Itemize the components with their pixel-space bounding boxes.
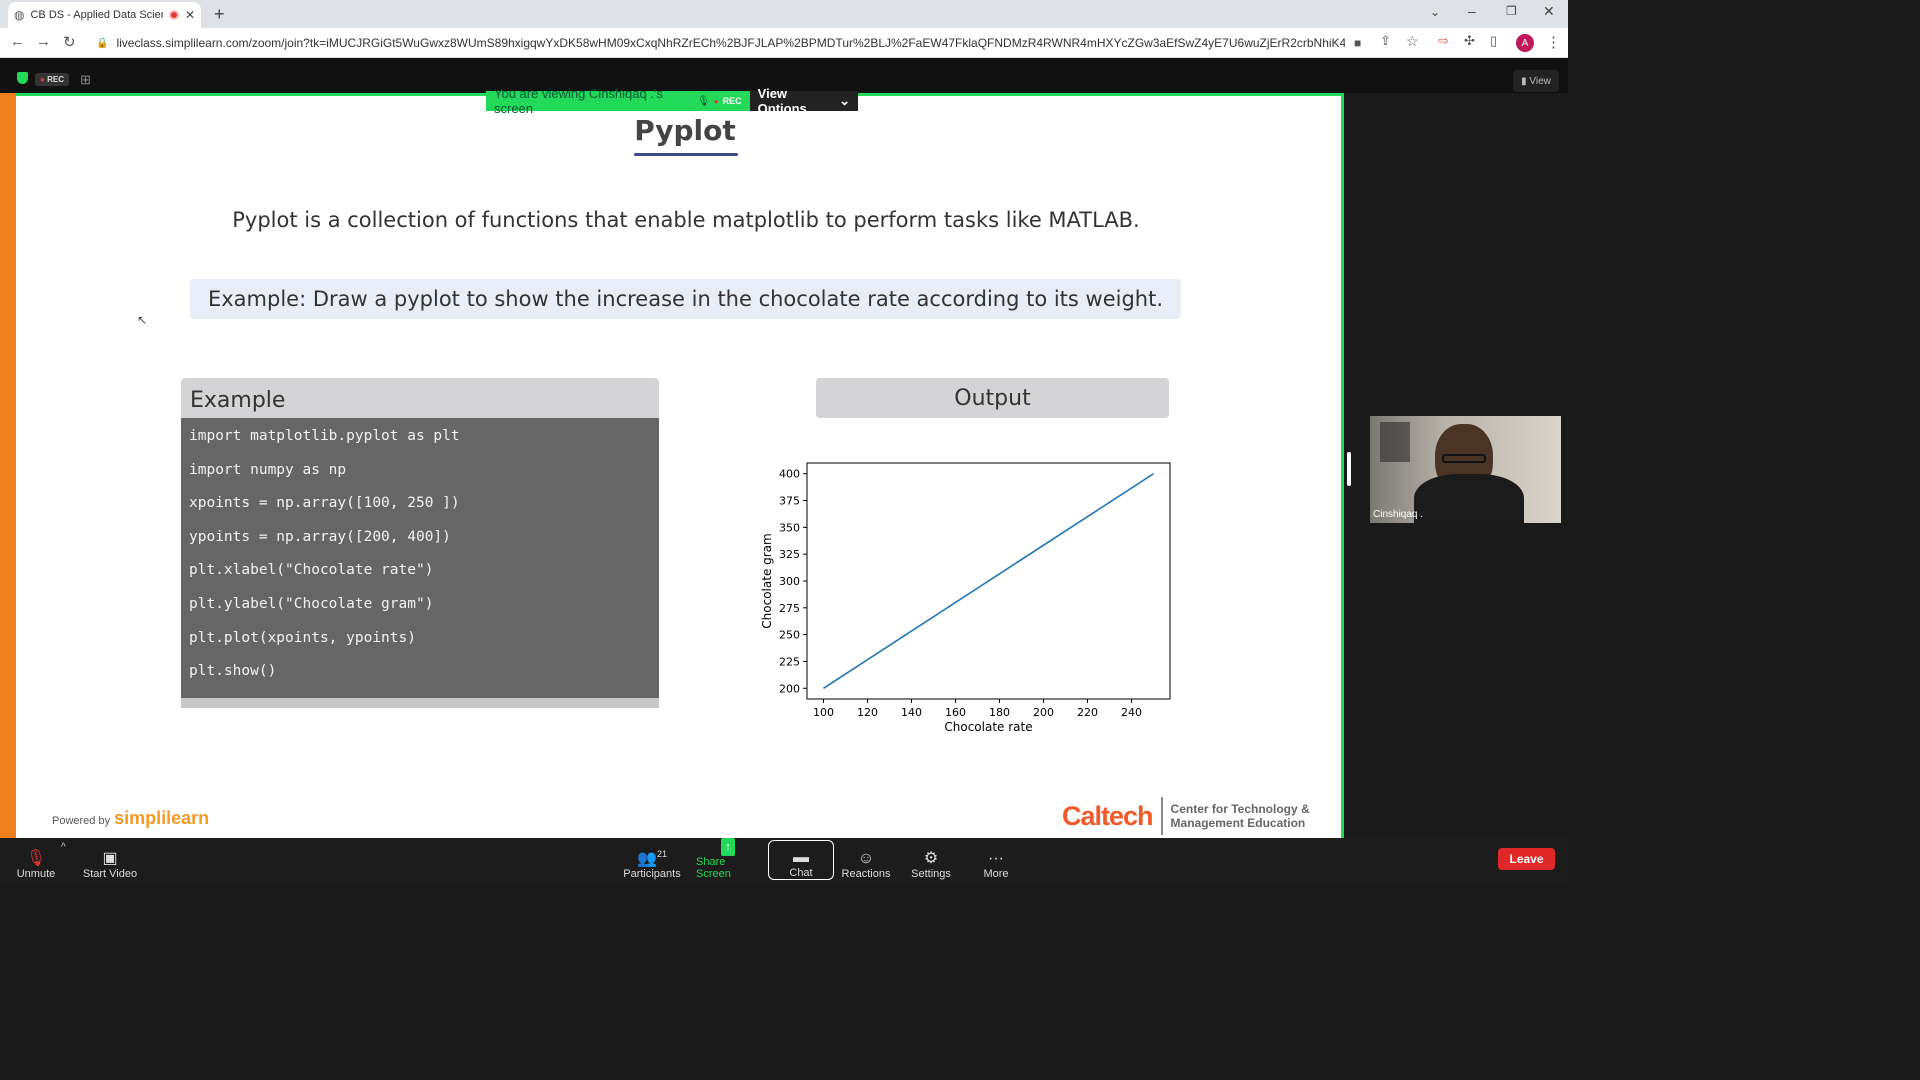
x-tick-label: 200 (1033, 706, 1054, 719)
share-screen-icon: ↑ (721, 838, 735, 856)
window-close-icon[interactable]: ✕ (1543, 3, 1555, 20)
chat-button[interactable]: ▬ Chat (768, 840, 834, 880)
x-axis-label: Chocolate rate (944, 720, 1032, 734)
code-line: plt.show() (189, 663, 277, 680)
settings-button[interactable]: ⚙ Settings (906, 840, 956, 880)
banner-rec: REC (722, 96, 742, 106)
y-tick-label: 350 (779, 521, 800, 534)
y-tick-label: 250 (779, 629, 800, 642)
url-text: liveclass.simplilearn.com/zoom/join?tk=i… (116, 36, 1345, 50)
code-block: import matplotlib.pyplot as plt import n… (181, 418, 659, 708)
profile-avatar[interactable]: A (1516, 34, 1534, 52)
banner-text: You are viewing Cinshiqaq .'s screen (494, 86, 663, 116)
reactions-button[interactable]: ☺ Reactions (838, 840, 894, 880)
video-off-icon: ▣ (102, 850, 118, 867)
more-button[interactable]: ··· More (972, 840, 1020, 880)
slide-title: Pyplot (634, 114, 736, 147)
camera-icon[interactable]: ■ (1354, 36, 1361, 50)
reload-icon[interactable]: ↻ (63, 33, 76, 51)
new-tab-icon[interactable]: + (214, 4, 225, 25)
code-line: import numpy as np (189, 461, 347, 478)
y-tick-label: 325 (779, 548, 800, 561)
caltech-logo: Caltech Center for Technology & Manageme… (1062, 797, 1310, 835)
tab-search-icon[interactable]: ⌄ (1430, 5, 1440, 19)
x-tick-label: 140 (901, 706, 922, 719)
powered-by: Powered by simplilearn (52, 808, 210, 828)
back-icon[interactable]: ← (10, 33, 25, 50)
share-screen-button[interactable]: ↑ Share Screen (696, 838, 760, 880)
y-tick-label: 225 (779, 655, 800, 668)
unmute-button[interactable]: 🎙 Unmute (14, 840, 58, 880)
puzzle-icon[interactable]: ✣ (1464, 33, 1475, 49)
browser-tab-bar (0, 0, 1568, 28)
code-line: plt.xlabel("Chocolate rate") (189, 562, 434, 579)
slide-lead: Pyplot is a collection of functions that… (232, 208, 1140, 232)
forward-icon[interactable]: → (36, 33, 51, 50)
participants-icon: 👥21 (637, 848, 667, 867)
audio-options-chevron-icon[interactable]: ^ (61, 842, 66, 853)
minimize-icon[interactable]: – (1468, 3, 1476, 19)
reactions-icon: ☺ (857, 850, 875, 867)
code-line: plt.plot(xpoints, ypoints) (189, 629, 416, 646)
x-tick-label: 180 (989, 706, 1010, 719)
menu-kebab-icon[interactable]: ⋮ (1546, 33, 1561, 51)
x-tick-label: 120 (857, 706, 878, 719)
side-panel-icon[interactable]: ▯ (1490, 33, 1497, 49)
screen-share-banner: You are viewing Cinshiqaq .'s screen 🎙 ●… (486, 86, 858, 116)
share-icon[interactable]: ⇪ (1380, 33, 1391, 49)
y-tick-label: 275 (779, 602, 800, 615)
x-tick-label: 160 (945, 706, 966, 719)
muted-mic-icon: 🎙 (25, 850, 47, 867)
title-underline (634, 153, 738, 156)
view-button[interactable]: ▮ View (1513, 70, 1559, 92)
x-tick-label: 220 (1077, 706, 1098, 719)
code-line: ypoints = np.array([200, 400]) (189, 528, 451, 545)
start-video-button[interactable]: ▣ Start Video (82, 840, 138, 880)
more-dots-icon: ··· (988, 850, 1004, 867)
mute-mic-icon: 🎙 (697, 95, 710, 107)
chat-icon: ▬ (793, 849, 809, 866)
output-header: Output (816, 378, 1169, 418)
mouse-pointer-icon: ↖ (137, 313, 148, 327)
y-tick-label: 200 (779, 682, 800, 695)
url-field[interactable]: 🔒 liveclass.simplilearn.com/zoom/join?tk… (90, 31, 1345, 55)
browser-tab[interactable]: ◍ CB DS - Applied Data Scienc ✕ (8, 2, 201, 28)
restore-icon[interactable]: ❐ (1506, 4, 1517, 18)
globe-icon: ◍ (14, 8, 25, 22)
y-tick-label: 400 (779, 468, 800, 481)
shield-icon (17, 72, 28, 84)
tab-title: CB DS - Applied Data Scienc (30, 9, 163, 21)
presenter-name: Cinshiqaq . (1373, 509, 1424, 520)
close-tab-icon[interactable]: ✕ (185, 8, 195, 22)
output-chart: 100 120 140 160 180 200 220 240 200 225 250 275 300 3… (760, 462, 1171, 734)
extension-icon[interactable]: ⇨ (1438, 33, 1449, 49)
panel-resize-handle[interactable] (1347, 452, 1351, 486)
recording-badge: ● REC (35, 73, 69, 86)
y-tick-label: 375 (779, 495, 800, 508)
x-tick-label: 100 (813, 706, 834, 719)
lock-icon: 🔒 (96, 37, 109, 49)
y-tick-label: 300 (779, 575, 800, 588)
presenter-video (1370, 416, 1561, 523)
gear-icon: ⚙ (923, 850, 939, 867)
simplilearn-logo: simplilearn (114, 808, 210, 828)
code-line: import matplotlib.pyplot as plt (189, 428, 460, 444)
code-line: xpoints = np.array([100, 250 ]) (189, 495, 460, 512)
participants-count: 21 (656, 848, 667, 859)
view-icon: ▮ (1521, 75, 1530, 87)
leave-button[interactable]: Leave (1498, 848, 1555, 870)
chevron-down-icon: ⌄ (839, 93, 850, 108)
slide-side-accent (0, 93, 16, 838)
x-tick-label: 240 (1121, 706, 1142, 719)
view-options-button[interactable]: View Options ⌄ (749, 86, 858, 116)
example-prompt: Example: Draw a pyplot to show the incre… (190, 279, 1181, 319)
code-header: Example (181, 378, 659, 418)
recording-indicator-icon (168, 10, 179, 20)
code-line: plt.ylabel("Chocolate gram") (189, 595, 434, 612)
participants-button[interactable]: 👥21 Participants (622, 840, 682, 880)
bookmark-star-icon[interactable]: ☆ (1406, 33, 1419, 50)
y-axis-label: Chocolate gram (760, 533, 774, 628)
grid-view-icon[interactable]: ⊞ (80, 72, 91, 88)
